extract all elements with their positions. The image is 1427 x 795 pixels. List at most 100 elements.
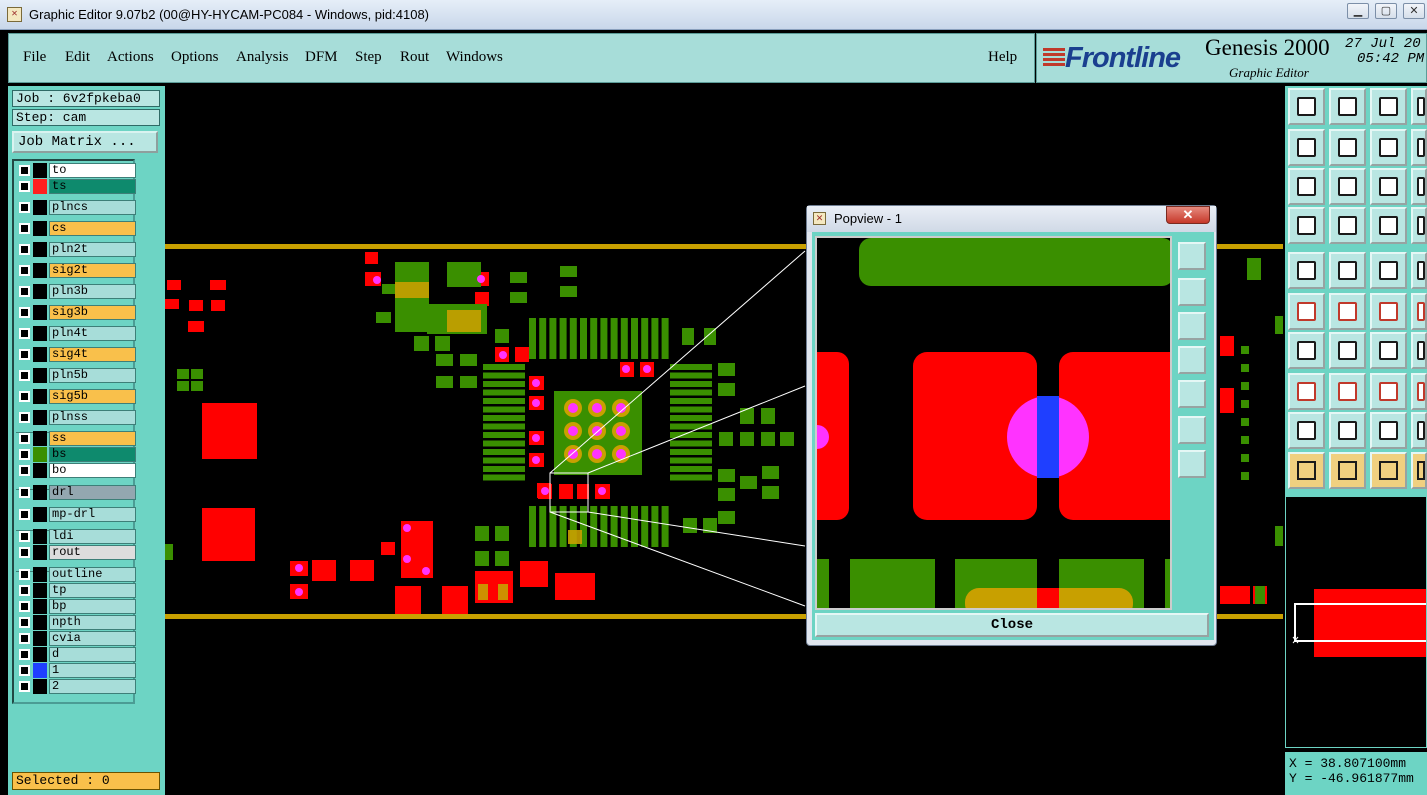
layer-row-rout[interactable]: rout bbox=[18, 545, 136, 560]
layer-row-sig4t[interactable]: sig4t bbox=[18, 347, 136, 362]
popview-close-button[interactable]: Close bbox=[815, 613, 1209, 637]
layer-name[interactable]: outline bbox=[49, 567, 136, 582]
pad-icon[interactable] bbox=[1288, 252, 1325, 289]
layer-checkbox[interactable] bbox=[19, 531, 30, 542]
snap-icon[interactable] bbox=[1288, 207, 1325, 244]
measure-icon[interactable] bbox=[1329, 252, 1366, 289]
layer-name[interactable]: drl bbox=[49, 485, 136, 500]
pointer-icon[interactable] bbox=[1288, 452, 1325, 489]
layer-color-swatch[interactable] bbox=[33, 647, 47, 662]
menu-step[interactable]: Step bbox=[355, 49, 382, 66]
zoom-in-icon[interactable] bbox=[1288, 88, 1325, 125]
close-window-button[interactable]: ✕ bbox=[1403, 3, 1425, 19]
layer-checkbox[interactable] bbox=[19, 412, 30, 423]
layer-name[interactable]: 2 bbox=[49, 679, 136, 694]
layer-name[interactable]: cvia bbox=[49, 631, 136, 646]
layer-color-swatch[interactable] bbox=[33, 631, 47, 646]
layer-checkbox[interactable] bbox=[19, 165, 30, 176]
layer-color-swatch[interactable] bbox=[33, 163, 47, 178]
layer-row-2[interactable]: 2 bbox=[18, 679, 136, 694]
pop-center-icon[interactable] bbox=[1178, 450, 1206, 478]
layer-name[interactable]: sig5b bbox=[49, 389, 136, 404]
net2-icon[interactable] bbox=[1411, 207, 1427, 244]
layer-row-sig2t[interactable]: sig2t bbox=[18, 263, 136, 278]
layer-row-npth[interactable]: npth bbox=[18, 615, 136, 630]
layer-checkbox[interactable] bbox=[19, 286, 30, 297]
menu-help[interactable]: Help bbox=[988, 49, 1017, 66]
layer-row-outline[interactable]: outline bbox=[18, 567, 136, 582]
layer-name[interactable]: ss bbox=[49, 431, 136, 446]
layer-color-swatch[interactable] bbox=[33, 567, 47, 582]
select3-icon[interactable] bbox=[1411, 452, 1427, 489]
popview-close-x-button[interactable]: ✕ bbox=[1166, 206, 1210, 224]
layer-checkbox[interactable] bbox=[19, 569, 30, 580]
menu-file[interactable]: File bbox=[23, 49, 46, 66]
layer-row-tp[interactable]: tp bbox=[18, 583, 136, 598]
pop-pan-right-icon[interactable] bbox=[1178, 380, 1206, 408]
layer-name[interactable]: pln2t bbox=[49, 242, 136, 257]
pop-zoom-out-icon[interactable] bbox=[1178, 312, 1206, 340]
connect-icon[interactable] bbox=[1288, 293, 1325, 330]
pan-right-icon[interactable] bbox=[1329, 129, 1366, 166]
layer-name[interactable]: bp bbox=[49, 599, 136, 614]
pop-zoom-in-icon[interactable] bbox=[1178, 278, 1206, 306]
query-icon[interactable] bbox=[1411, 168, 1427, 205]
pin-icon[interactable] bbox=[1370, 293, 1407, 330]
layer-color-swatch[interactable] bbox=[33, 368, 47, 383]
layer-checkbox[interactable] bbox=[19, 681, 30, 692]
bracket-icon[interactable] bbox=[1411, 332, 1427, 369]
layer-row-plncs[interactable]: plncs bbox=[18, 200, 136, 215]
layer-checkbox[interactable] bbox=[19, 265, 30, 276]
menu-analysis[interactable]: Analysis bbox=[236, 49, 289, 66]
layer-color-swatch[interactable] bbox=[33, 263, 47, 278]
help-icon[interactable] bbox=[1411, 129, 1427, 166]
triangle3-icon[interactable] bbox=[1411, 412, 1427, 449]
layer-row-mp-drl[interactable]: mp-drl bbox=[18, 507, 136, 522]
layer-color-swatch[interactable] bbox=[33, 583, 47, 598]
arrow-icon[interactable] bbox=[1329, 332, 1366, 369]
ruler-icon[interactable] bbox=[1370, 252, 1407, 289]
layer-checkbox[interactable] bbox=[19, 391, 30, 402]
layer-color-swatch[interactable] bbox=[33, 679, 47, 694]
center-icon[interactable] bbox=[1329, 168, 1366, 205]
arc-icon[interactable] bbox=[1370, 332, 1407, 369]
menu-windows[interactable]: Windows bbox=[446, 49, 503, 66]
pop-copy-icon[interactable] bbox=[1178, 242, 1206, 270]
layer-row-bp[interactable]: bp bbox=[18, 599, 136, 614]
layer-checkbox[interactable] bbox=[19, 433, 30, 444]
layer-checkbox[interactable] bbox=[19, 449, 30, 460]
layer-color-swatch[interactable] bbox=[33, 507, 47, 522]
layer-color-swatch[interactable] bbox=[33, 410, 47, 425]
layer-color-swatch[interactable] bbox=[33, 347, 47, 362]
scale-icon[interactable] bbox=[1370, 168, 1407, 205]
maximize-button[interactable]: ▢ bbox=[1375, 3, 1397, 19]
home-icon[interactable] bbox=[1370, 88, 1407, 125]
layer-checkbox[interactable] bbox=[19, 349, 30, 360]
layer-checkbox[interactable] bbox=[19, 223, 30, 234]
layer-name[interactable]: mp-drl bbox=[49, 507, 136, 522]
line-icon[interactable] bbox=[1411, 293, 1427, 330]
layer-checkbox[interactable] bbox=[19, 601, 30, 612]
layer-name[interactable]: d bbox=[49, 647, 136, 662]
layer-row-ldi[interactable]: ldi bbox=[18, 529, 136, 544]
layer-checkbox[interactable] bbox=[19, 465, 30, 476]
layer-row-bs[interactable]: bs bbox=[18, 447, 136, 462]
zoom-out-icon[interactable] bbox=[1329, 88, 1366, 125]
layer-color-swatch[interactable] bbox=[33, 529, 47, 544]
layer-color-swatch[interactable] bbox=[33, 663, 47, 678]
layer-color-swatch[interactable] bbox=[33, 463, 47, 478]
layer-checkbox[interactable] bbox=[19, 547, 30, 558]
layer-color-swatch[interactable] bbox=[33, 200, 47, 215]
layer-name[interactable]: rout bbox=[49, 545, 136, 560]
layer-row-cs[interactable]: cs bbox=[18, 221, 136, 236]
pan-icon[interactable] bbox=[1411, 88, 1427, 125]
layer-row-sig3b[interactable]: sig3b bbox=[18, 305, 136, 320]
layer-color-swatch[interactable] bbox=[33, 305, 47, 320]
layer-name[interactable]: sig3b bbox=[49, 305, 136, 320]
pop-pan-left-icon[interactable] bbox=[1178, 346, 1206, 374]
node-icon[interactable] bbox=[1288, 373, 1325, 410]
layer-color-swatch[interactable] bbox=[33, 485, 47, 500]
menu-edit[interactable]: Edit bbox=[65, 49, 90, 66]
layer-row-pln3b[interactable]: pln3b bbox=[18, 284, 136, 299]
layer-name[interactable]: tp bbox=[49, 583, 136, 598]
